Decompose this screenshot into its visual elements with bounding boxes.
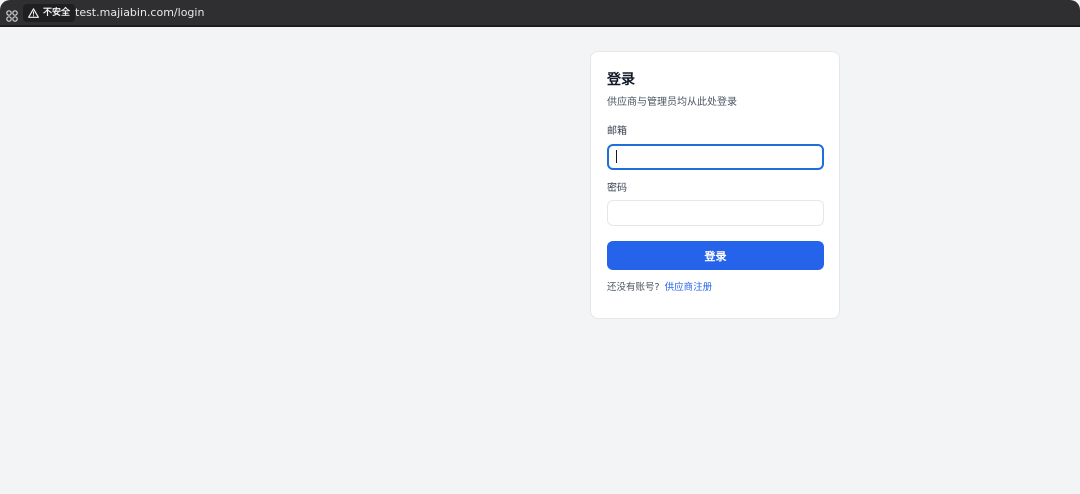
security-label: 不安全 — [43, 8, 71, 18]
login-card: 登录 供应商与管理员均从此处登录 邮箱 密码 登录 还没有账号? 供应商注册 — [590, 51, 840, 319]
email-input[interactable] — [607, 144, 824, 170]
register-prompt: 还没有账号? 供应商注册 — [607, 281, 712, 295]
password-label: 密码 — [607, 183, 627, 194]
security-badge[interactable]: 不安全 — [23, 4, 76, 22]
email-label: 邮箱 — [607, 126, 627, 137]
login-title: 登录 — [607, 72, 635, 88]
browser-window: 不安全 test.majiabin.com/login 登录 供应商与管理员均从… — [0, 0, 1080, 494]
url-field[interactable]: test.majiabin.com/login — [75, 5, 204, 21]
login-button[interactable]: 登录 — [607, 241, 824, 270]
tab-overview-icon[interactable] — [6, 7, 18, 22]
supplier-register-link[interactable]: 供应商注册 — [665, 282, 713, 293]
address-bar: 不安全 test.majiabin.com/login — [0, 0, 1080, 27]
text-caret — [616, 150, 617, 163]
login-subtitle: 供应商与管理员均从此处登录 — [607, 97, 737, 108]
warning-icon — [28, 8, 39, 18]
no-account-text: 还没有账号? — [607, 282, 660, 293]
password-input[interactable] — [607, 200, 824, 226]
